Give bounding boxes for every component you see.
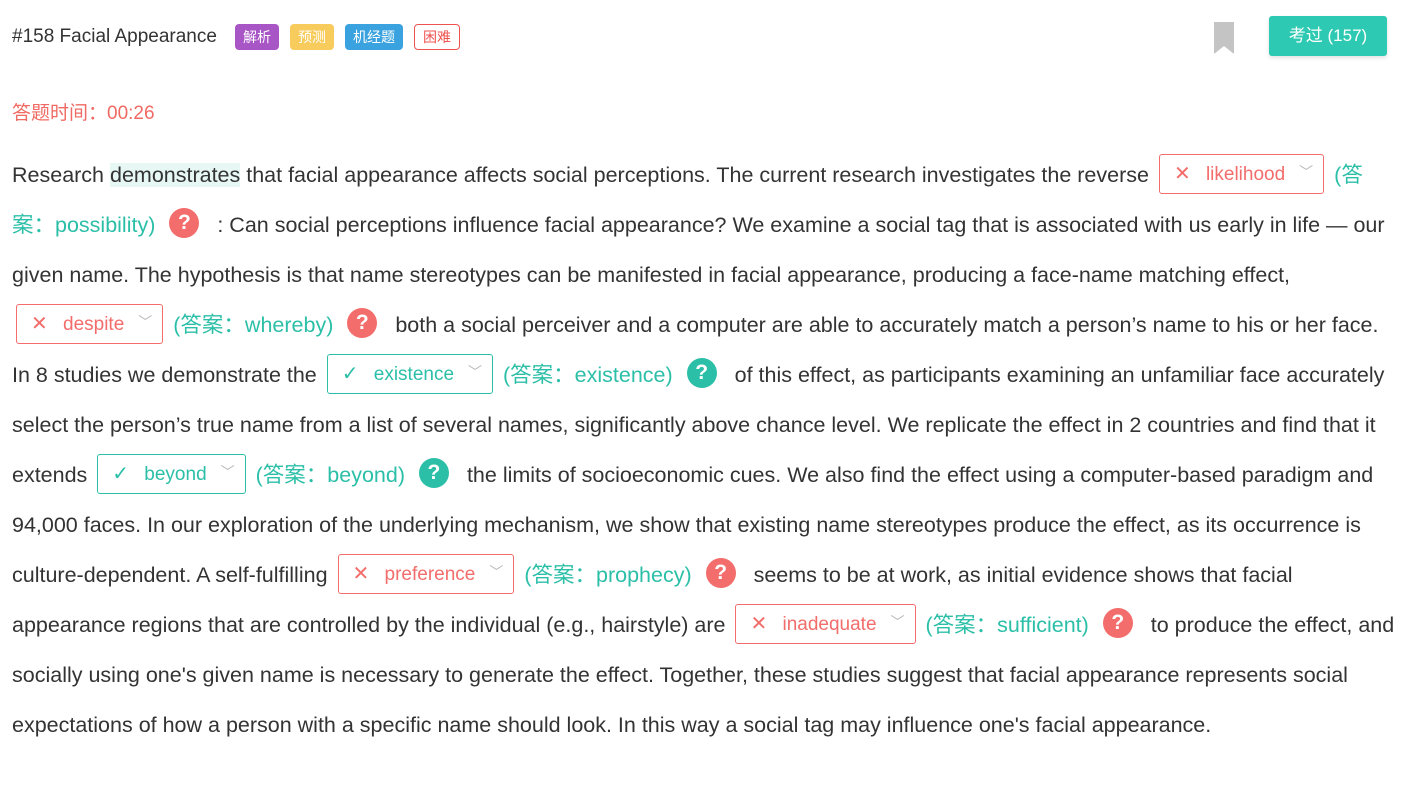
passage-text: that facial appearance affects social pe… — [240, 163, 1149, 187]
help-icon[interactable]: ? — [705, 558, 736, 589]
tag-predict: 预测 — [290, 24, 334, 50]
passage-text: Research — [12, 163, 110, 187]
help-icon[interactable]: ? — [418, 458, 449, 489]
answer-dropdown-6[interactable]: ✕ inadequate ﹀ — [735, 604, 916, 645]
answer-dropdown-4[interactable]: ✓ beyond ﹀ — [97, 454, 246, 495]
selected-answer: despite — [63, 314, 125, 336]
chevron-down-icon: ﹀ — [1299, 164, 1314, 181]
selected-answer: inadequate — [782, 614, 877, 636]
wrong-mark-icon: ✕ — [31, 313, 48, 336]
tag-difficulty: 困难 — [414, 24, 460, 50]
correct-answer-4: (答案：beyond) — [255, 463, 405, 487]
passage: Research demonstrates that facial appear… — [12, 150, 1396, 750]
tag-machine-question: 机经题 — [345, 24, 403, 50]
chevron-down-icon: ﹀ — [489, 564, 504, 581]
check-mark-icon: ✓ — [112, 463, 130, 486]
bookmark-icon[interactable] — [1214, 22, 1234, 54]
question-header: #158 Facial Appearance 解析 预测 机经题 困难 考过 (… — [12, 16, 1387, 58]
chevron-down-icon: ﹀ — [890, 614, 905, 631]
tag-analysis[interactable]: 解析 — [235, 24, 279, 50]
answer-dropdown-3[interactable]: ✓ existence ﹀ — [326, 354, 494, 395]
answer-dropdown-1[interactable]: ✕ likelihood ﹀ — [1158, 154, 1325, 195]
timer-value: 00:26 — [107, 103, 155, 124]
passed-count-button[interactable]: 考过 (157) — [1269, 16, 1387, 56]
selected-answer: preference — [384, 564, 476, 586]
correct-answer-3: (答案：existence) — [503, 363, 673, 387]
check-mark-icon: ✓ — [341, 363, 359, 386]
correct-answer-2: (答案：whereby) — [173, 313, 334, 337]
wrong-mark-icon: ✕ — [1173, 163, 1191, 186]
help-icon[interactable]: ? — [347, 308, 378, 339]
correct-answer-6: (答案：sufficient) — [925, 613, 1089, 637]
selected-answer: beyond — [144, 464, 207, 486]
passage-text: : Can social perceptions influence facia… — [12, 213, 1385, 287]
answer-dropdown-5[interactable]: ✕ preference ﹀ — [337, 554, 515, 595]
chevron-down-icon: ﹀ — [138, 314, 153, 331]
question-title: #158 Facial Appearance — [12, 26, 217, 47]
selected-answer: existence — [373, 364, 455, 386]
wrong-mark-icon: ✕ — [352, 563, 370, 586]
answer-dropdown-2[interactable]: ✕ despite ﹀ — [16, 304, 164, 345]
correct-answer-5: (答案：prophecy) — [524, 563, 692, 587]
answer-timer: 答题时间：00:26 — [12, 98, 155, 125]
selected-answer: likelihood — [1205, 164, 1286, 186]
help-icon[interactable]: ? — [169, 208, 200, 239]
timer-label: 答题时间： — [12, 103, 108, 124]
chevron-down-icon: ﹀ — [468, 364, 483, 381]
chevron-down-icon: ﹀ — [220, 464, 235, 481]
help-icon[interactable]: ? — [1102, 608, 1133, 639]
wrong-mark-icon: ✕ — [750, 613, 768, 636]
help-icon[interactable]: ? — [686, 358, 717, 389]
highlighted-word[interactable]: demonstrates — [110, 163, 241, 187]
